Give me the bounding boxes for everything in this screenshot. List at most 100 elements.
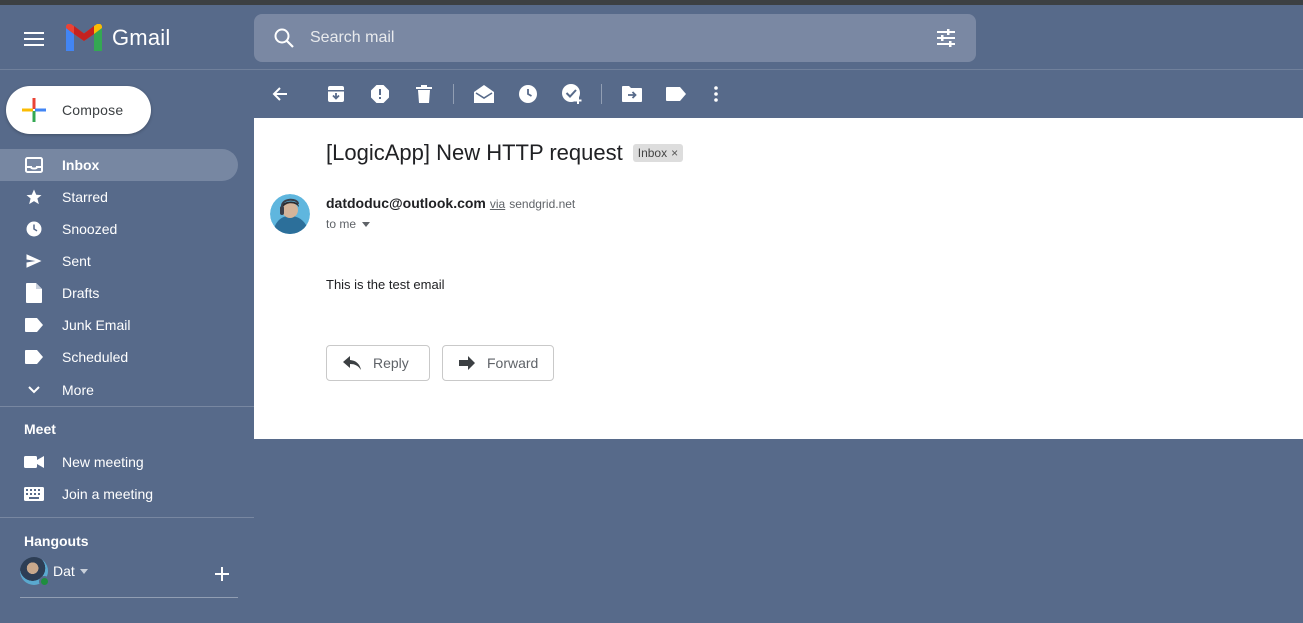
report-spam-icon xyxy=(371,85,389,103)
mark-unread-button[interactable] xyxy=(472,82,496,106)
reply-label: Reply xyxy=(373,355,409,371)
sidebar-item-starred[interactable]: Starred xyxy=(0,181,238,213)
recipients-toggle[interactable]: to me xyxy=(326,217,575,231)
hangouts-title: Hangouts xyxy=(24,533,89,549)
meet-title: Meet xyxy=(24,421,56,437)
search-input[interactable] xyxy=(310,26,910,50)
sidebar-item-label: Drafts xyxy=(62,285,100,301)
archive-button[interactable] xyxy=(324,82,348,106)
sender-email[interactable]: datdoduc@outlook.com xyxy=(326,195,486,211)
new-meeting-label: New meeting xyxy=(62,454,144,470)
hangouts-user-name: Dat xyxy=(53,563,75,579)
send-icon xyxy=(24,251,44,271)
search-icon[interactable] xyxy=(272,26,296,50)
sidebar-nav: Inbox Starred Snoozed Sent Drafts Junk E… xyxy=(0,149,254,407)
gmail-m-icon xyxy=(66,24,102,51)
clock-icon xyxy=(24,219,44,239)
gmail-logo[interactable]: Gmail xyxy=(66,24,170,51)
forward-icon xyxy=(459,356,475,370)
reply-button[interactable]: Reply xyxy=(326,345,430,381)
hangouts-user[interactable]: Dat xyxy=(20,557,88,587)
via-link[interactable]: via xyxy=(490,197,505,211)
keyboard-icon xyxy=(24,487,44,501)
sidebar-item-label: More xyxy=(62,382,94,398)
compose-button[interactable]: Compose xyxy=(6,86,151,134)
search-bar xyxy=(254,14,976,62)
sidebar-item-label: Inbox xyxy=(62,157,100,173)
label-icon xyxy=(24,315,44,335)
new-meeting-button[interactable]: New meeting xyxy=(24,446,144,478)
delete-button[interactable] xyxy=(412,82,436,106)
new-conversation-button[interactable] xyxy=(211,563,233,585)
online-status-dot xyxy=(39,576,50,587)
header: Gmail xyxy=(0,5,1303,70)
sidebar-item-drafts[interactable]: Drafts xyxy=(0,277,238,309)
recipients-text: to me xyxy=(326,217,357,231)
forward-label: Forward xyxy=(487,355,539,371)
sidebar-item-label: Snoozed xyxy=(62,221,118,237)
sidebar-item-inbox[interactable]: Inbox xyxy=(0,149,238,181)
sender-avatar[interactable] xyxy=(270,194,310,234)
sidebar-item-sent[interactable]: Sent xyxy=(0,245,238,277)
message-toolbar xyxy=(254,70,1303,118)
sidebar-item-scheduled[interactable]: Scheduled xyxy=(0,341,238,373)
label-icon xyxy=(666,87,686,101)
clock-icon xyxy=(519,85,537,103)
sidebar-divider xyxy=(0,517,254,518)
avatar xyxy=(20,557,50,587)
search-options-icon[interactable] xyxy=(934,26,958,50)
forward-button[interactable]: Forward xyxy=(442,345,554,381)
sidebar-item-label: Scheduled xyxy=(62,349,129,365)
avatar-image xyxy=(270,194,310,234)
draft-icon xyxy=(24,283,44,303)
back-button[interactable] xyxy=(268,82,292,106)
video-camera-icon xyxy=(24,456,44,468)
caret-down-icon xyxy=(362,221,371,227)
compose-label: Compose xyxy=(62,102,124,118)
hamburger-icon xyxy=(24,32,44,46)
more-vertical-icon xyxy=(714,86,718,102)
subject-row: [LogicApp] New HTTP request Inbox × xyxy=(326,140,684,166)
add-to-tasks-button[interactable] xyxy=(560,82,584,106)
sidebar-item-label: Junk Email xyxy=(62,317,131,333)
sidebar-item-junk-email[interactable]: Junk Email xyxy=(0,309,238,341)
more-options-button[interactable] xyxy=(704,82,728,106)
message-subject: [LogicApp] New HTTP request xyxy=(326,140,623,165)
message-body: This is the test email xyxy=(326,277,445,292)
trash-icon xyxy=(416,85,432,103)
chevron-down-icon xyxy=(24,380,44,400)
app-name: Gmail xyxy=(112,24,171,50)
move-to-button[interactable] xyxy=(620,82,644,106)
join-meeting-label: Join a meeting xyxy=(62,486,154,502)
sidebar-item-label: Sent xyxy=(62,253,91,269)
join-meeting-button[interactable]: Join a meeting xyxy=(24,478,153,510)
reply-icon xyxy=(343,356,361,370)
hangouts-divider xyxy=(20,597,238,598)
report-spam-button[interactable] xyxy=(368,82,392,106)
toolbar-separator xyxy=(601,84,602,104)
move-to-folder-icon xyxy=(622,86,642,102)
message-pane: [LogicApp] New HTTP request Inbox × datd… xyxy=(254,118,1303,439)
sender-info: datdoduc@outlook.com via sendgrid.net to… xyxy=(326,195,575,231)
archive-icon xyxy=(328,86,344,102)
remove-label-icon[interactable]: × xyxy=(671,146,678,160)
arrow-back-icon xyxy=(272,87,287,101)
snooze-button[interactable] xyxy=(516,82,540,106)
sidebar-item-snoozed[interactable]: Snoozed xyxy=(0,213,238,245)
sidebar-divider xyxy=(0,406,254,407)
via-domain: sendgrid.net xyxy=(509,197,576,211)
plus-icon xyxy=(215,567,229,581)
mark-unread-icon xyxy=(474,85,494,103)
sidebar-item-label: Starred xyxy=(62,189,108,205)
plus-icon xyxy=(22,98,46,122)
inbox-icon xyxy=(24,155,44,175)
caret-down-icon xyxy=(79,568,88,574)
labels-button[interactable] xyxy=(664,82,688,106)
sidebar-item-more[interactable]: More xyxy=(0,373,238,407)
toolbar-separator xyxy=(453,84,454,104)
label-icon xyxy=(24,347,44,367)
inbox-label-chip: Inbox × xyxy=(632,144,684,162)
main-menu-button[interactable] xyxy=(14,19,54,59)
add-task-icon xyxy=(562,84,582,104)
label-chip-text: Inbox xyxy=(637,146,668,160)
